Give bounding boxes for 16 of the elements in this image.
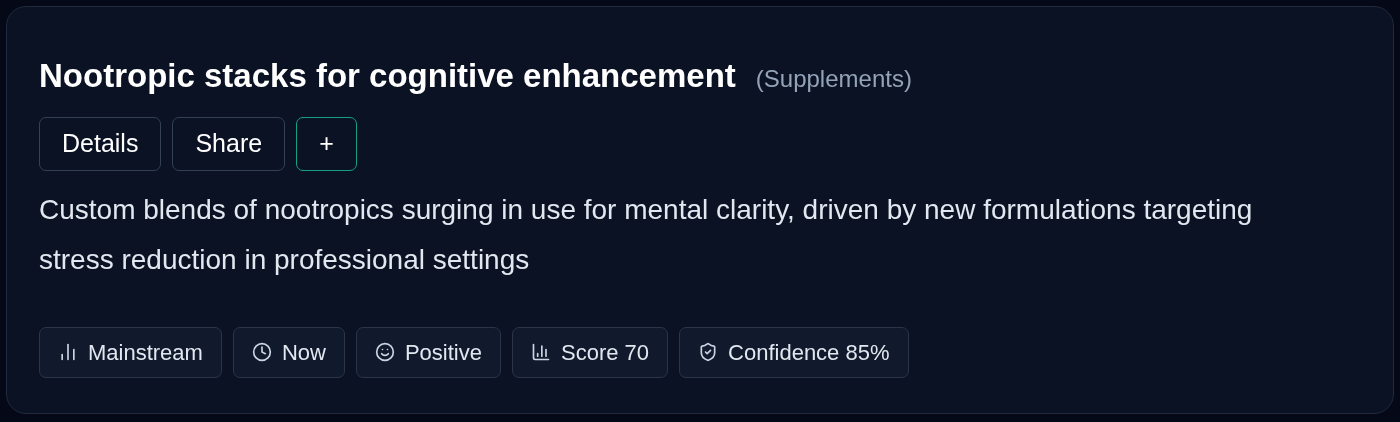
shield-check-icon bbox=[698, 342, 719, 362]
smiley-icon bbox=[374, 342, 395, 362]
info-badge: Score 70 bbox=[512, 326, 669, 378]
category-label: (Supplements) bbox=[755, 64, 912, 94]
action-button[interactable]: Details bbox=[39, 116, 162, 171]
clock-icon bbox=[251, 342, 272, 362]
bar-chart-icon bbox=[58, 342, 78, 362]
info-badge: Mainstream bbox=[39, 326, 222, 378]
description: Custom blends of nootropics surging in use for mental clarity, driven by new formulations targeting stress reduction in professional settings bbox=[39, 192, 1254, 277]
info-badge: Confidence 85% bbox=[679, 326, 909, 378]
action-button[interactable]: Share bbox=[172, 116, 286, 171]
card-title: Nootropic stacks for cognitive enhancement bbox=[39, 56, 736, 96]
info-badge: Now bbox=[232, 326, 345, 378]
bar-chart-icon bbox=[531, 342, 551, 362]
info-badge: Positive bbox=[355, 326, 501, 378]
add-button[interactable]: + bbox=[296, 116, 357, 171]
